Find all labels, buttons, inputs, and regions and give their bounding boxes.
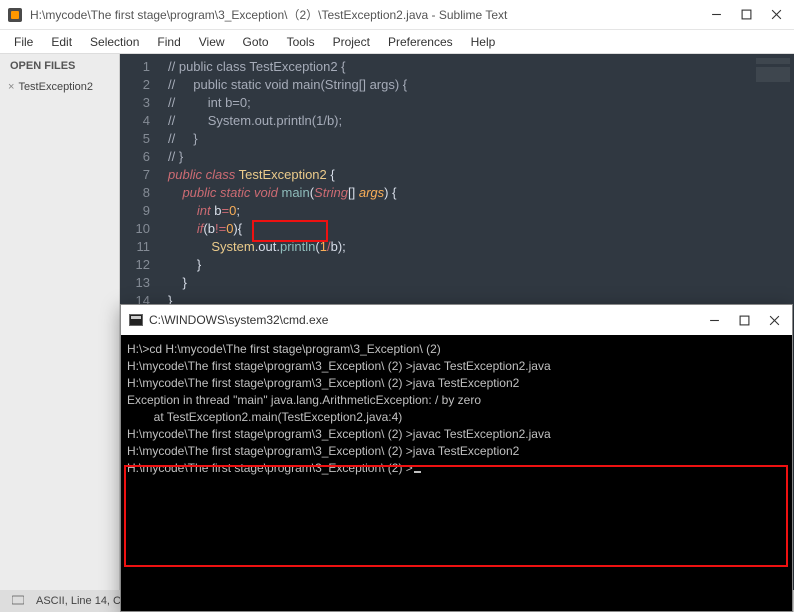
menu-goto[interactable]: Goto: [235, 33, 277, 51]
menu-preferences[interactable]: Preferences: [380, 33, 461, 51]
sublime-title: H:\mycode\The first stage\program\3_Exce…: [30, 6, 710, 23]
status-icon: [12, 595, 24, 605]
window-controls: [710, 9, 782, 21]
cmd-titlebar[interactable]: C:\WINDOWS\system32\cmd.exe: [121, 305, 792, 335]
cmd-minimize-button[interactable]: [708, 314, 720, 326]
sublime-sidebar: OPEN FILES × TestException2: [0, 54, 120, 590]
highlight-box-cmd: [124, 465, 788, 567]
close-file-icon[interactable]: ×: [8, 81, 14, 93]
line-gutter: 1234567891011121314: [120, 54, 160, 310]
status-text: ASCII, Line 14, Col: [36, 595, 130, 607]
sublime-titlebar[interactable]: H:\mycode\The first stage\program\3_Exce…: [0, 0, 794, 30]
close-button[interactable]: [770, 9, 782, 21]
sublime-menubar: FileEditSelectionFindViewGotoToolsProjec…: [0, 30, 794, 54]
sublime-app-icon: [8, 8, 22, 22]
menu-file[interactable]: File: [6, 33, 41, 51]
menu-help[interactable]: Help: [463, 33, 504, 51]
highlight-box-code: [252, 220, 328, 242]
minimap[interactable]: [756, 58, 790, 118]
cmd-icon: [129, 314, 143, 326]
menu-selection[interactable]: Selection: [82, 33, 147, 51]
menu-project[interactable]: Project: [325, 33, 378, 51]
open-file-item[interactable]: × TestException2: [0, 78, 119, 96]
status-info: [12, 595, 24, 608]
cmd-window-controls: [708, 314, 780, 326]
open-file-name: TestException2: [18, 81, 93, 93]
menu-view[interactable]: View: [191, 33, 233, 51]
menu-edit[interactable]: Edit: [43, 33, 80, 51]
menu-find[interactable]: Find: [149, 33, 188, 51]
cmd-title: C:\WINDOWS\system32\cmd.exe: [149, 313, 708, 327]
maximize-button[interactable]: [740, 9, 752, 21]
menu-tools[interactable]: Tools: [279, 33, 323, 51]
minimize-button[interactable]: [710, 9, 722, 21]
open-files-header: OPEN FILES: [0, 54, 119, 78]
cmd-maximize-button[interactable]: [738, 314, 750, 326]
cmd-close-button[interactable]: [768, 314, 780, 326]
code-content[interactable]: // public class TestException2 {// publi…: [168, 58, 770, 310]
cmd-window: C:\WINDOWS\system32\cmd.exe H:\>cd H:\my…: [120, 304, 793, 612]
